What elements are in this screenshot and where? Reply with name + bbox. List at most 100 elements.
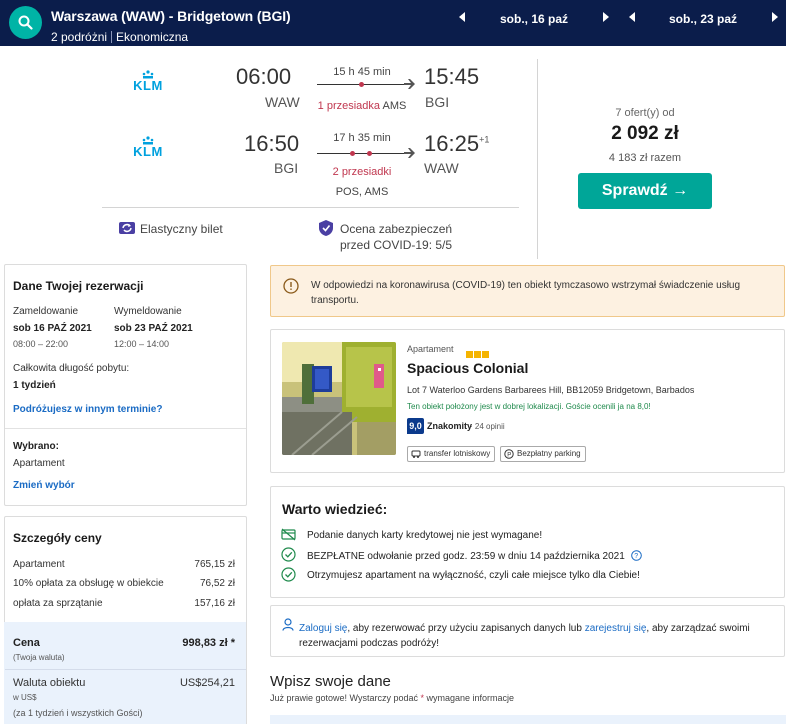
property-address: Lot 7 Waterloo Gardens Barbarees Hill, B…: [407, 385, 695, 395]
price-row-value: 76,52 zł: [199, 578, 235, 589]
plane-icon: [404, 79, 415, 89]
caret-left-icon: [629, 12, 635, 22]
property-name[interactable]: Spacious Colonial: [407, 360, 528, 376]
info-item: Podanie danych karty kredytowej nie jest…: [307, 530, 543, 541]
inbound-arrive-airport: WAW: [424, 160, 459, 176]
location-note: Ten obiekt położony jest w dobrej lokali…: [407, 402, 651, 411]
login-prompt-text: Zaloguj się, aby rezerwować przy użyciu …: [299, 621, 769, 651]
checkin-date: sob 16 PAŹ 2021: [13, 323, 92, 334]
inbound-depart-airport: BGI: [274, 160, 299, 176]
checkout-time: 12:00 – 14:00: [114, 339, 170, 349]
no-card-icon: [281, 528, 296, 541]
vertical-divider: [537, 59, 538, 259]
inbound-via: POS, AMS: [335, 186, 389, 198]
divider: [5, 669, 246, 670]
total-price-sub: (Twoja waluta): [13, 653, 65, 662]
property-photo-image: [282, 342, 396, 455]
depart-date-prev-button[interactable]: [458, 11, 470, 25]
good-to-know-title: Warto wiedzieć:: [282, 501, 388, 517]
user-icon: [282, 618, 294, 631]
stop-dot: [350, 151, 355, 156]
login-text-1: , aby rezerwować przy użyciu zapisanych …: [347, 623, 585, 634]
flight-total: 4 183 zł razem: [608, 152, 682, 164]
inbound-depart-time: 16:50: [244, 131, 300, 156]
outbound-arrive-airport: BGI: [425, 94, 450, 110]
covid-rating-line2: przed COVID-19: 5/5: [340, 238, 453, 252]
flight-result-card[interactable]: KLM 06:00 WAW 15 h 45 min 1 przesiadka A…: [0, 46, 786, 260]
stay-length-label: Całkowita długość pobytu:: [13, 363, 130, 374]
outbound-via: AMS: [382, 100, 407, 112]
depart-date[interactable]: sob., 16 paź: [500, 12, 568, 26]
travelers-cabin[interactable]: 2 podróżni Ekonomiczna: [51, 30, 188, 44]
check-flight-button[interactable]: Sprawdź →: [578, 173, 712, 209]
total-price-label: Cena: [13, 637, 40, 649]
search-icon: [18, 15, 33, 30]
svg-text:P: P: [507, 453, 511, 459]
divider: [5, 428, 246, 429]
price-details-title: Szczegóły ceny: [13, 531, 102, 545]
shuttle-icon: [411, 450, 421, 458]
divider: [111, 31, 113, 43]
total-price-value: 998,83 zł *: [182, 637, 235, 649]
review-score: 9,0: [407, 418, 424, 434]
outbound-stop-count: 1 przesiadka: [317, 100, 381, 112]
checkin-label: Zameldowanie: [13, 306, 79, 317]
airline-name: KLM: [133, 144, 163, 159]
star-icon: [482, 351, 489, 358]
route-title[interactable]: Warszawa (WAW) - Bridgetown (BGI): [51, 8, 291, 24]
property-photo[interactable]: [282, 342, 396, 455]
register-link[interactable]: zarejestruj się: [585, 623, 647, 634]
parking-icon: P: [504, 449, 514, 459]
horizontal-divider: [102, 207, 519, 208]
airline-name: KLM: [133, 78, 163, 93]
star-icon: [474, 351, 481, 358]
amenity-label: Bezpłatny parking: [517, 449, 581, 458]
caret-right-icon: [772, 12, 778, 22]
price-row-value: 157,16 zł: [194, 598, 235, 609]
help-icon[interactable]: ?: [630, 550, 642, 561]
local-currency-sub: w US$: [13, 693, 37, 702]
local-currency-note: (za 1 tydzień i wszystkich Gości): [13, 708, 143, 718]
travelers-count: 2 podróżni: [51, 30, 108, 44]
star-icon: [466, 351, 473, 358]
check-circle-icon: [281, 567, 296, 582]
other-dates-link[interactable]: Podróżujesz w innym terminie?: [13, 404, 162, 415]
review-word: Znakomity: [427, 421, 473, 431]
form-section-box: [270, 715, 786, 724]
covid-rating-line1: Ocena zabezpieczeń: [340, 222, 453, 236]
property-type: Apartament: [407, 344, 454, 354]
search-summary-bar: Warszawa (WAW) - Bridgetown (BGI) 2 podr…: [0, 0, 786, 46]
search-button[interactable]: [9, 6, 42, 39]
form-subtitle-pre: Już prawie gotowe! Wystarczy podać: [270, 693, 421, 703]
inbound-stop-count: 2 przesiadki: [332, 166, 392, 178]
selected-value: Apartament: [13, 458, 65, 469]
stop-dot: [367, 151, 372, 156]
login-link[interactable]: Zaloguj się: [299, 623, 347, 634]
checkout-label: Wymeldowanie: [114, 306, 182, 317]
checkout-date: sob 23 PAŹ 2021: [114, 323, 193, 334]
outbound-arrive-time: 15:45: [424, 64, 480, 89]
local-currency-value: US$254,21: [179, 677, 235, 689]
price-row-label: opłata za sprzątanie: [13, 598, 103, 609]
inbound-arrive-time: 16:25+1: [424, 131, 489, 157]
klm-logo: KLM: [128, 70, 168, 92]
outbound-stops: 1 przesiadka AMS: [302, 100, 422, 112]
cabin-class: Ekonomiczna: [116, 30, 189, 44]
outbound-depart-airport: WAW: [265, 94, 300, 110]
form-subtitle: Już prawie gotowe! Wystarczy podać * wym…: [270, 693, 514, 703]
info-item: BEZPŁATNE odwołanie przed godz. 23:59 w …: [307, 550, 642, 562]
amenity-label: transfer lotniskowy: [424, 449, 491, 458]
return-date[interactable]: sob., 23 paź: [669, 12, 737, 26]
flight-price: 2 092 zł: [611, 123, 679, 144]
flexible-ticket-icon: [119, 222, 135, 234]
klm-logo: KLM: [128, 136, 168, 158]
depart-date-next-button[interactable]: [602, 11, 614, 25]
return-date-next-button[interactable]: [771, 11, 783, 25]
outbound-depart-time: 06:00: [236, 64, 292, 89]
change-selection-link[interactable]: Zmień wybór: [13, 480, 75, 491]
inbound-route-line: [317, 153, 407, 154]
return-date-prev-button[interactable]: [628, 11, 640, 25]
local-currency-label: Waluta obiektu: [13, 677, 86, 689]
caret-right-icon: [603, 12, 609, 22]
covid-notice-text: W odpowiedzi na koronawirusa (COVID-19) …: [311, 280, 741, 306]
